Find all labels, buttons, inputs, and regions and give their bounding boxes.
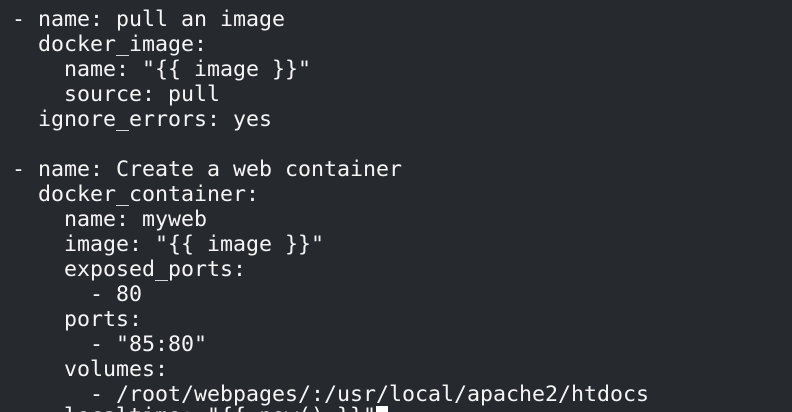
text-cursor: [376, 406, 389, 412]
code-line: ignore_errors: yes: [12, 107, 273, 132]
code-line: - name: Create a web container: [12, 157, 403, 182]
code-line: - name: pull an image: [12, 7, 286, 32]
code-line: docker_image:: [12, 32, 208, 57]
code-line: - 80: [12, 282, 143, 307]
code-line: source: pull: [12, 82, 221, 107]
code-line: ports:: [12, 307, 143, 332]
code-line-current-text: localtime: "{{ now() }}": [12, 404, 376, 412]
code-line: name: "{{ image }}": [12, 57, 312, 82]
code-line: volumes:: [12, 357, 169, 382]
code-line: image: "{{ image }}": [12, 232, 325, 257]
code-line: exposed_ports:: [12, 257, 247, 282]
code-line: docker_container:: [12, 182, 260, 207]
code-line: - "85:80": [12, 332, 208, 357]
code-line-current[interactable]: localtime: "{{ now() }}": [12, 404, 389, 412]
code-line: name: myweb: [12, 207, 208, 232]
terminal-window[interactable]: - name: pull an image docker_image: name…: [0, 0, 792, 412]
